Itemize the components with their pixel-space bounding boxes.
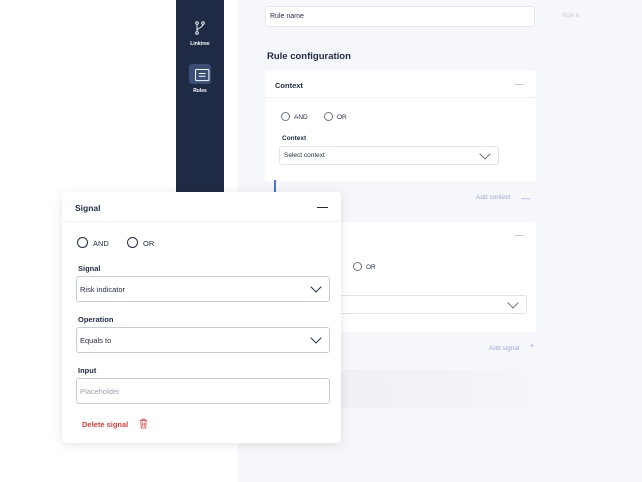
section-title: Rule configuration (267, 51, 351, 62)
plus-icon: + (530, 343, 535, 350)
operation-field-label: Operation (78, 315, 114, 324)
rule-name-input[interactable]: Rule name (265, 6, 535, 27)
add-context-link[interactable]: Add context (476, 194, 510, 201)
signal-select-value: Risk indicator (80, 285, 126, 294)
footer-bar (320, 370, 560, 408)
bg-or-label: OR (366, 264, 376, 271)
sidebar-item-label: Rules (193, 88, 207, 94)
branch-icon (195, 21, 205, 35)
add-signal-link[interactable]: Add signal (489, 345, 519, 352)
signal-input-placeholder: Placeholder (80, 387, 120, 396)
trash-icon[interactable] (139, 418, 148, 429)
context-and-radio[interactable] (281, 112, 290, 121)
signal-card-header[interactable]: Signal (62, 192, 341, 222)
context-select[interactable]: Select context (279, 146, 499, 165)
bg-signal-select[interactable]: cator (316, 295, 527, 314)
collapse-icon[interactable] (515, 84, 524, 85)
chevron-down-icon (479, 148, 491, 160)
signal-or-label: OR (143, 239, 155, 248)
sidebar-item-label: Linktree (190, 41, 210, 47)
collapse-icon[interactable] (317, 207, 328, 209)
bg-or-radio[interactable] (353, 262, 362, 271)
signal-and-radio[interactable] (77, 237, 88, 248)
signal-card-title: Signal (75, 203, 101, 213)
background-signal-card: OR cator (316, 222, 536, 332)
delete-signal-button[interactable]: Delete signal (82, 420, 128, 429)
context-or-label: OR (337, 114, 347, 121)
context-select-value: Select context (284, 152, 325, 159)
context-card-header[interactable]: Context (265, 71, 536, 98)
input-field-label: Input (78, 366, 97, 375)
signal-field-label: Signal (78, 264, 101, 273)
operation-select-value: Equals to (80, 336, 112, 345)
sidebar: Linktree Rules (176, 0, 224, 196)
signal-select[interactable]: Risk indicator (76, 276, 330, 302)
list-icon (189, 64, 211, 84)
chevron-down-icon (310, 332, 322, 344)
context-or-radio[interactable] (324, 112, 333, 121)
chevron-down-icon (310, 281, 322, 293)
context-card: Context AND OR Context Select context (265, 71, 536, 181)
chevron-down-icon (507, 297, 519, 309)
context-card-title: Context (275, 81, 303, 90)
signal-and-label: AND (93, 239, 109, 248)
sidebar-item-rules[interactable]: Rules (176, 64, 224, 94)
signal-or-radio[interactable] (127, 237, 138, 248)
operation-select[interactable]: Equals to (76, 327, 330, 353)
context-and-label: AND (294, 114, 308, 121)
sidebar-item-linktree[interactable]: Linktree (176, 19, 224, 47)
accent-marker (274, 180, 276, 192)
signal-input[interactable]: Placeholder (76, 378, 330, 404)
signal-card: Signal AND OR Signal Risk indicator Oper… (62, 192, 341, 443)
faded-rule-label: Rule n (562, 13, 580, 19)
plus-icon: — (521, 193, 530, 203)
collapse-icon[interactable] (515, 235, 524, 236)
context-field-label: Context (282, 135, 307, 142)
